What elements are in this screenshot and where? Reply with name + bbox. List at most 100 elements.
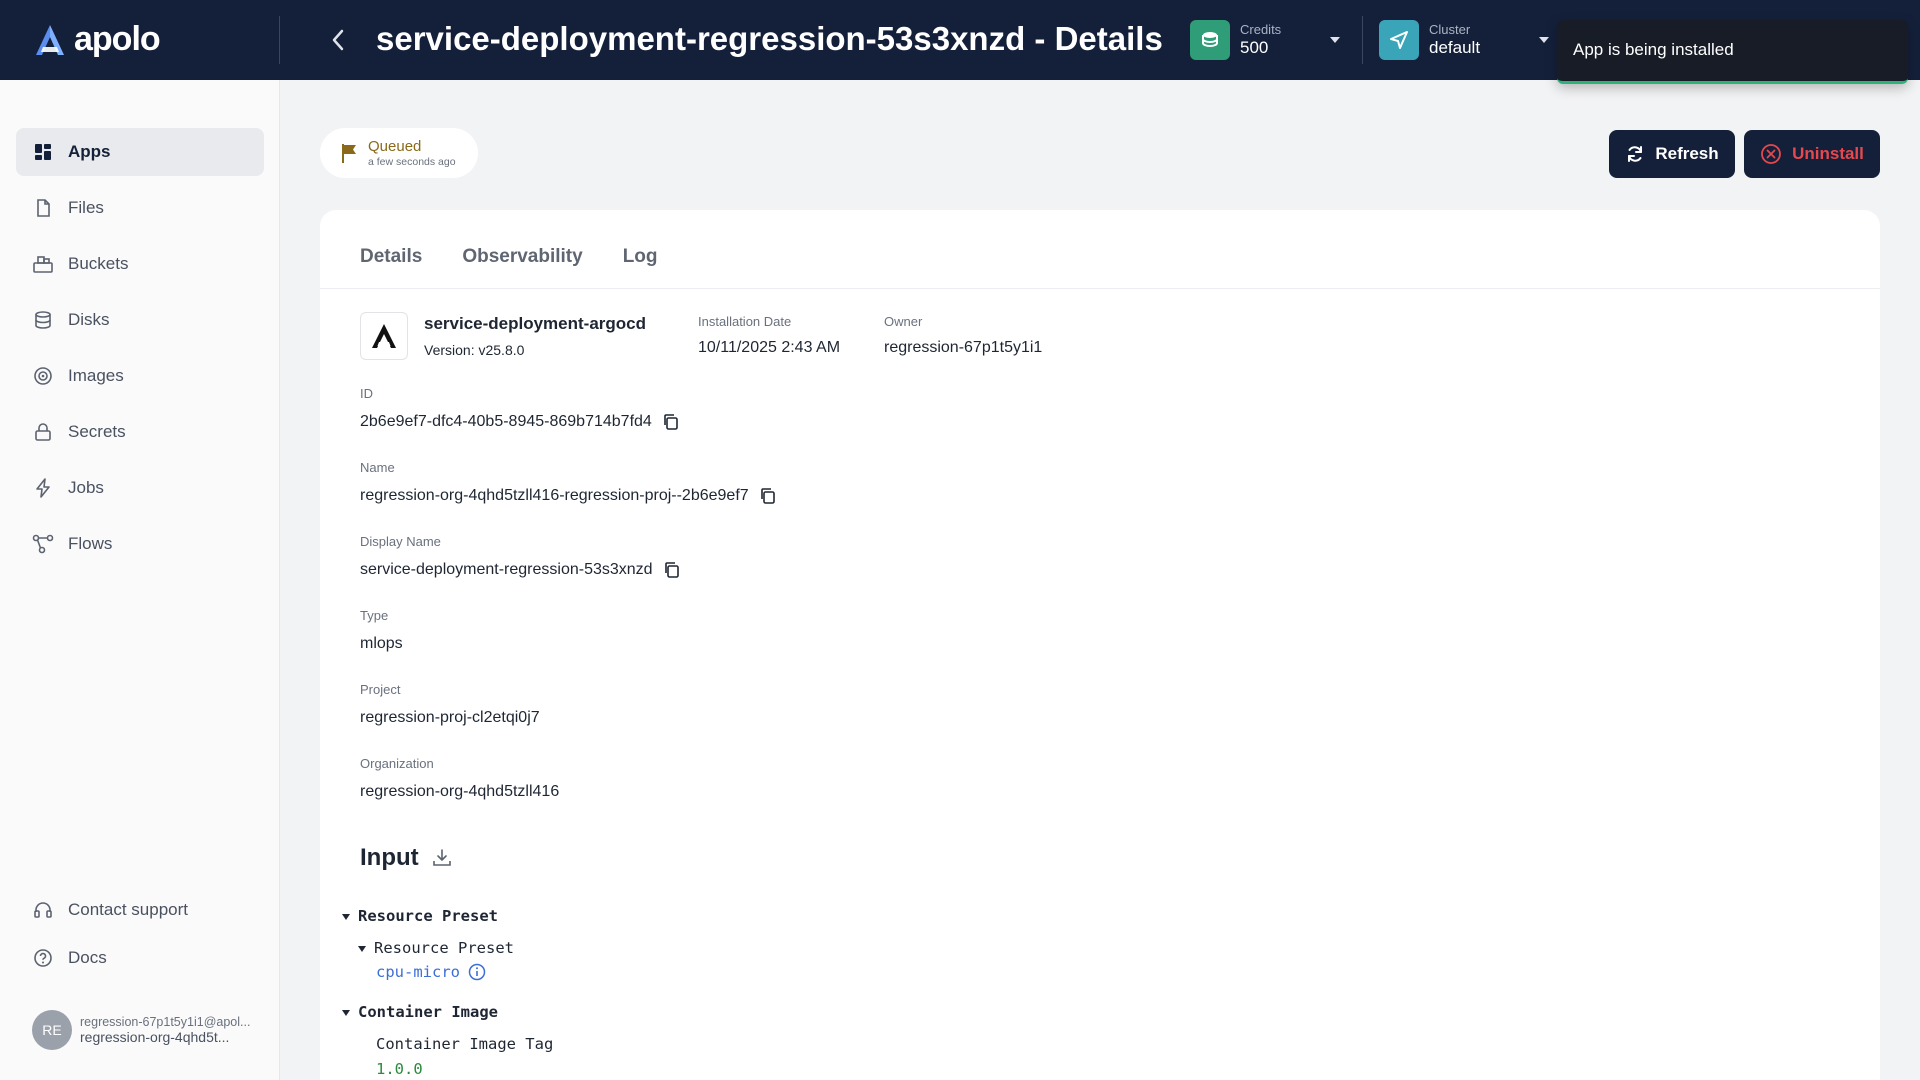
app-logo-icon bbox=[372, 324, 396, 348]
app-name: service-deployment-argocd bbox=[424, 314, 647, 333]
sidebar-item-label: Files bbox=[68, 198, 104, 217]
installation-date-value: 10/11/2025 2:43 AM bbox=[698, 339, 841, 356]
refresh-icon bbox=[1625, 144, 1645, 164]
sidebar-item-files[interactable]: Files bbox=[16, 184, 264, 232]
tree-value-resource-preset: cpu-micro bbox=[376, 963, 486, 981]
sidebar-item-jobs[interactable]: Jobs bbox=[16, 464, 264, 512]
back-button[interactable] bbox=[322, 24, 354, 56]
tree-node-container-image-tag: Container Image Tag bbox=[376, 1035, 553, 1053]
logo-text: apolo bbox=[74, 20, 161, 58]
display-name-field: Display Name service-deployment-regressi… bbox=[360, 534, 681, 579]
tab-details[interactable]: Details bbox=[360, 246, 422, 268]
id-label: ID bbox=[360, 386, 373, 401]
sidebar-item-secrets[interactable]: Secrets bbox=[16, 408, 264, 456]
sidebar-item-disks[interactable]: Disks bbox=[16, 296, 264, 344]
sidebar-item-label: Jobs bbox=[68, 478, 104, 497]
tree-node-key: Container Image Tag bbox=[376, 1035, 554, 1053]
chevron-down-icon bbox=[1330, 37, 1340, 43]
apolo-logo[interactable]: apolo bbox=[32, 20, 161, 59]
id-value: 2b6e9ef7-dfc4-40b5-8945-869b714b7fd4 bbox=[360, 413, 652, 430]
project-field: Project regression-proj-cl2etqi0j7 bbox=[360, 682, 540, 727]
disk-icon bbox=[32, 309, 54, 331]
contact-support-link[interactable]: Contact support bbox=[16, 886, 264, 934]
credits-value: 500 bbox=[1240, 37, 1269, 57]
sidebar: Apps Files Buckets Disks Images Secrets bbox=[0, 80, 280, 1080]
id-field: ID 2b6e9ef7-dfc4-40b5-8945-869b714b7fd4 bbox=[360, 386, 680, 431]
sidebar-item-label: Secrets bbox=[68, 422, 126, 441]
project-value: regression-proj-cl2etqi0j7 bbox=[360, 709, 540, 726]
tree-node-resource-preset-child[interactable]: Resource Preset bbox=[358, 939, 514, 957]
user-email: regression-67p1t5y1i1@apol... bbox=[80, 1015, 251, 1029]
docs-label: Docs bbox=[68, 948, 107, 967]
name-label: Name bbox=[360, 460, 395, 475]
status-badge: Queued a few seconds ago bbox=[320, 128, 478, 178]
details-card: Details Observability Log service-deploy… bbox=[320, 210, 1880, 1080]
owner: Owner regression-67p1t5y1i1 bbox=[884, 314, 1042, 357]
name-field: Name regression-org-4qhd5tzll416-regress… bbox=[360, 460, 777, 505]
project-label: Project bbox=[360, 682, 401, 697]
app-version: Version: v25.8.0 bbox=[424, 342, 525, 358]
headset-icon bbox=[32, 899, 54, 921]
copy-icon[interactable] bbox=[759, 487, 777, 505]
sidebar-item-apps[interactable]: Apps bbox=[16, 128, 264, 176]
flag-icon bbox=[342, 144, 356, 163]
cluster-dropdown[interactable]: Cluster default bbox=[1379, 20, 1549, 60]
contact-support-label: Contact support bbox=[68, 900, 189, 919]
info-icon[interactable] bbox=[468, 963, 486, 981]
tree-node-container-image[interactable]: Container Image bbox=[342, 1003, 498, 1021]
header-divider bbox=[1362, 16, 1363, 64]
status-time: a few seconds ago bbox=[368, 155, 456, 168]
toast-notification[interactable]: App is being installed bbox=[1557, 20, 1908, 84]
uninstall-button[interactable]: Uninstall bbox=[1744, 130, 1880, 178]
tree-node-key: Resource Preset bbox=[374, 939, 514, 957]
caret-down-icon[interactable] bbox=[342, 913, 350, 920]
status-label: Queued bbox=[368, 137, 422, 155]
chevron-down-icon bbox=[1539, 37, 1549, 43]
installation-date-label: Installation Date bbox=[698, 314, 792, 329]
refresh-button[interactable]: Refresh bbox=[1609, 130, 1735, 178]
tree-value-container-image-tag: 1.0.0 bbox=[376, 1060, 423, 1078]
app-logo bbox=[360, 312, 408, 360]
lock-icon bbox=[32, 421, 54, 443]
caret-down-icon[interactable] bbox=[358, 945, 366, 952]
input-section-title: Input bbox=[360, 844, 453, 872]
file-icon bbox=[32, 197, 54, 219]
sidebar-item-flows[interactable]: Flows bbox=[16, 520, 264, 568]
tabs-divider bbox=[320, 288, 1880, 289]
credits-dropdown[interactable]: Credits 500 bbox=[1190, 20, 1340, 60]
user-menu[interactable]: RE regression-67p1t5y1i1@apol... regress… bbox=[32, 1000, 272, 1060]
download-icon[interactable] bbox=[431, 847, 453, 869]
flow-icon bbox=[32, 533, 54, 555]
send-icon bbox=[1379, 20, 1419, 60]
cluster-value: default bbox=[1429, 37, 1481, 57]
sidebar-item-images[interactable]: Images bbox=[16, 352, 264, 400]
input-title: Input bbox=[360, 844, 419, 871]
organization-value: regression-org-4qhd5tzll416 bbox=[360, 783, 560, 800]
copy-icon[interactable] bbox=[662, 413, 680, 431]
installation-date: Installation Date 10/11/2025 2:43 AM bbox=[698, 314, 840, 357]
container-image-tag-value: 1.0.0 bbox=[376, 1060, 423, 1078]
sidebar-item-label: Apps bbox=[68, 142, 111, 161]
sidebar-item-buckets[interactable]: Buckets bbox=[16, 240, 264, 288]
tab-observability[interactable]: Observability bbox=[462, 246, 582, 268]
toast-message: App is being installed bbox=[1573, 40, 1734, 59]
display-name-label: Display Name bbox=[360, 534, 441, 549]
coins-icon bbox=[1190, 20, 1230, 60]
tree-node-resource-preset[interactable]: Resource Preset bbox=[342, 907, 498, 925]
help-icon bbox=[32, 947, 54, 969]
docs-link[interactable]: Docs bbox=[16, 934, 264, 982]
close-circle-icon bbox=[1760, 143, 1782, 165]
copy-icon[interactable] bbox=[663, 561, 681, 579]
sidebar-item-label: Images bbox=[68, 366, 124, 385]
resource-preset-value[interactable]: cpu-micro bbox=[376, 963, 460, 981]
apolo-logo-icon bbox=[36, 24, 64, 55]
type-field: Type mlops bbox=[360, 608, 403, 653]
bucket-icon bbox=[32, 253, 54, 275]
header-divider bbox=[279, 16, 280, 64]
chevron-left-icon bbox=[332, 29, 344, 51]
tab-log[interactable]: Log bbox=[623, 246, 658, 268]
caret-down-icon[interactable] bbox=[342, 1009, 350, 1016]
tree-node-label: Container Image bbox=[358, 1003, 498, 1021]
sidebar-item-label: Buckets bbox=[68, 254, 129, 273]
name-value: regression-org-4qhd5tzll416-regression-p… bbox=[360, 487, 749, 504]
